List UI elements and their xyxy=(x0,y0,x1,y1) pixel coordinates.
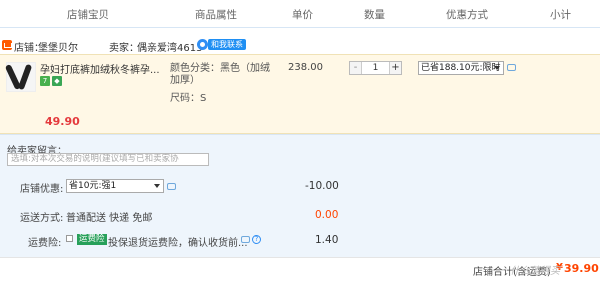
insurance-desc: 投保退货运费险，确认收货前... xyxy=(108,238,248,249)
service-tag-7day-icon: 7 xyxy=(40,76,50,86)
insurance-badge: 运费险 xyxy=(77,234,107,245)
item-title-link[interactable]: 孕妇打底裤加绒秋冬裤孕... xyxy=(40,61,160,76)
chat-icon[interactable] xyxy=(167,183,176,190)
seller-name-link[interactable]: 偶亲爱湾4613 xyxy=(137,39,202,54)
quantity-increase-button[interactable]: + xyxy=(389,62,401,74)
item-promo-value: 已省188.10元:限时 xyxy=(421,63,501,73)
total-amount: 39.90 xyxy=(564,262,599,275)
shop-promo-label: 店铺优惠: xyxy=(20,184,64,195)
quantity-stepper: - 1 + xyxy=(349,61,402,75)
wangwang-icon[interactable] xyxy=(197,39,208,50)
item-size: 尺码：S xyxy=(170,93,207,104)
shop-promo-value: 省10元:强1 xyxy=(69,181,117,191)
item-promo-select[interactable]: 已省188.10元:限时 xyxy=(418,61,504,75)
shop-icon xyxy=(2,40,12,50)
shipping-label: 运送方式: xyxy=(20,213,64,224)
service-tag-icon: ◆ xyxy=(52,76,62,86)
cart-header: 店铺宝贝 商品属性 单价 数量 优惠方式 小计 xyxy=(0,0,600,28)
insurance-label: 运费险: xyxy=(28,238,62,249)
insurance-checkbox[interactable] xyxy=(66,235,73,242)
header-subtotal: 小计 xyxy=(550,9,571,21)
shipping-amount: 0.00 xyxy=(315,209,339,221)
header-qty: 数量 xyxy=(364,9,385,21)
shop-promo-select[interactable]: 省10元:强1 xyxy=(66,179,164,193)
quantity-input[interactable]: 1 xyxy=(363,62,388,74)
shop-promo-amount: -10.00 xyxy=(305,180,339,192)
shop-name-link[interactable]: 堡堡贝尔 xyxy=(38,39,78,54)
message-input[interactable]: 选填:对本次交易的说明(建议填写已和卖家协 xyxy=(7,153,209,166)
header-props: 商品属性 xyxy=(195,9,237,21)
header-shop: 店铺宝贝 xyxy=(67,9,109,21)
chevron-down-icon xyxy=(494,66,500,70)
chat-icon[interactable] xyxy=(241,236,250,243)
seller-label: 卖家： xyxy=(109,43,139,54)
header-price: 单价 xyxy=(292,9,313,21)
quantity-decrease-button[interactable]: - xyxy=(350,62,362,74)
message-placeholder: 选填:对本次交易的说明(建议填写已和卖家协 xyxy=(11,154,179,164)
help-icon[interactable]: ? xyxy=(252,235,261,244)
item-subtotal: 49.90 xyxy=(45,115,80,128)
header-promo: 优惠方式 xyxy=(446,9,488,21)
shipping-method: 普通配送 快递 免邮 xyxy=(66,213,153,224)
chat-icon[interactable] xyxy=(507,64,516,71)
insurance-amount: 1.40 xyxy=(315,234,339,246)
contact-seller-button[interactable]: 和我联系 xyxy=(208,39,246,50)
item-price: 238.00 xyxy=(288,62,323,73)
chevron-down-icon xyxy=(154,184,160,188)
watermark: 什么值得买 xyxy=(510,266,560,277)
item-color: 颜色分类：黑色（加绒加厚） xyxy=(170,63,270,86)
